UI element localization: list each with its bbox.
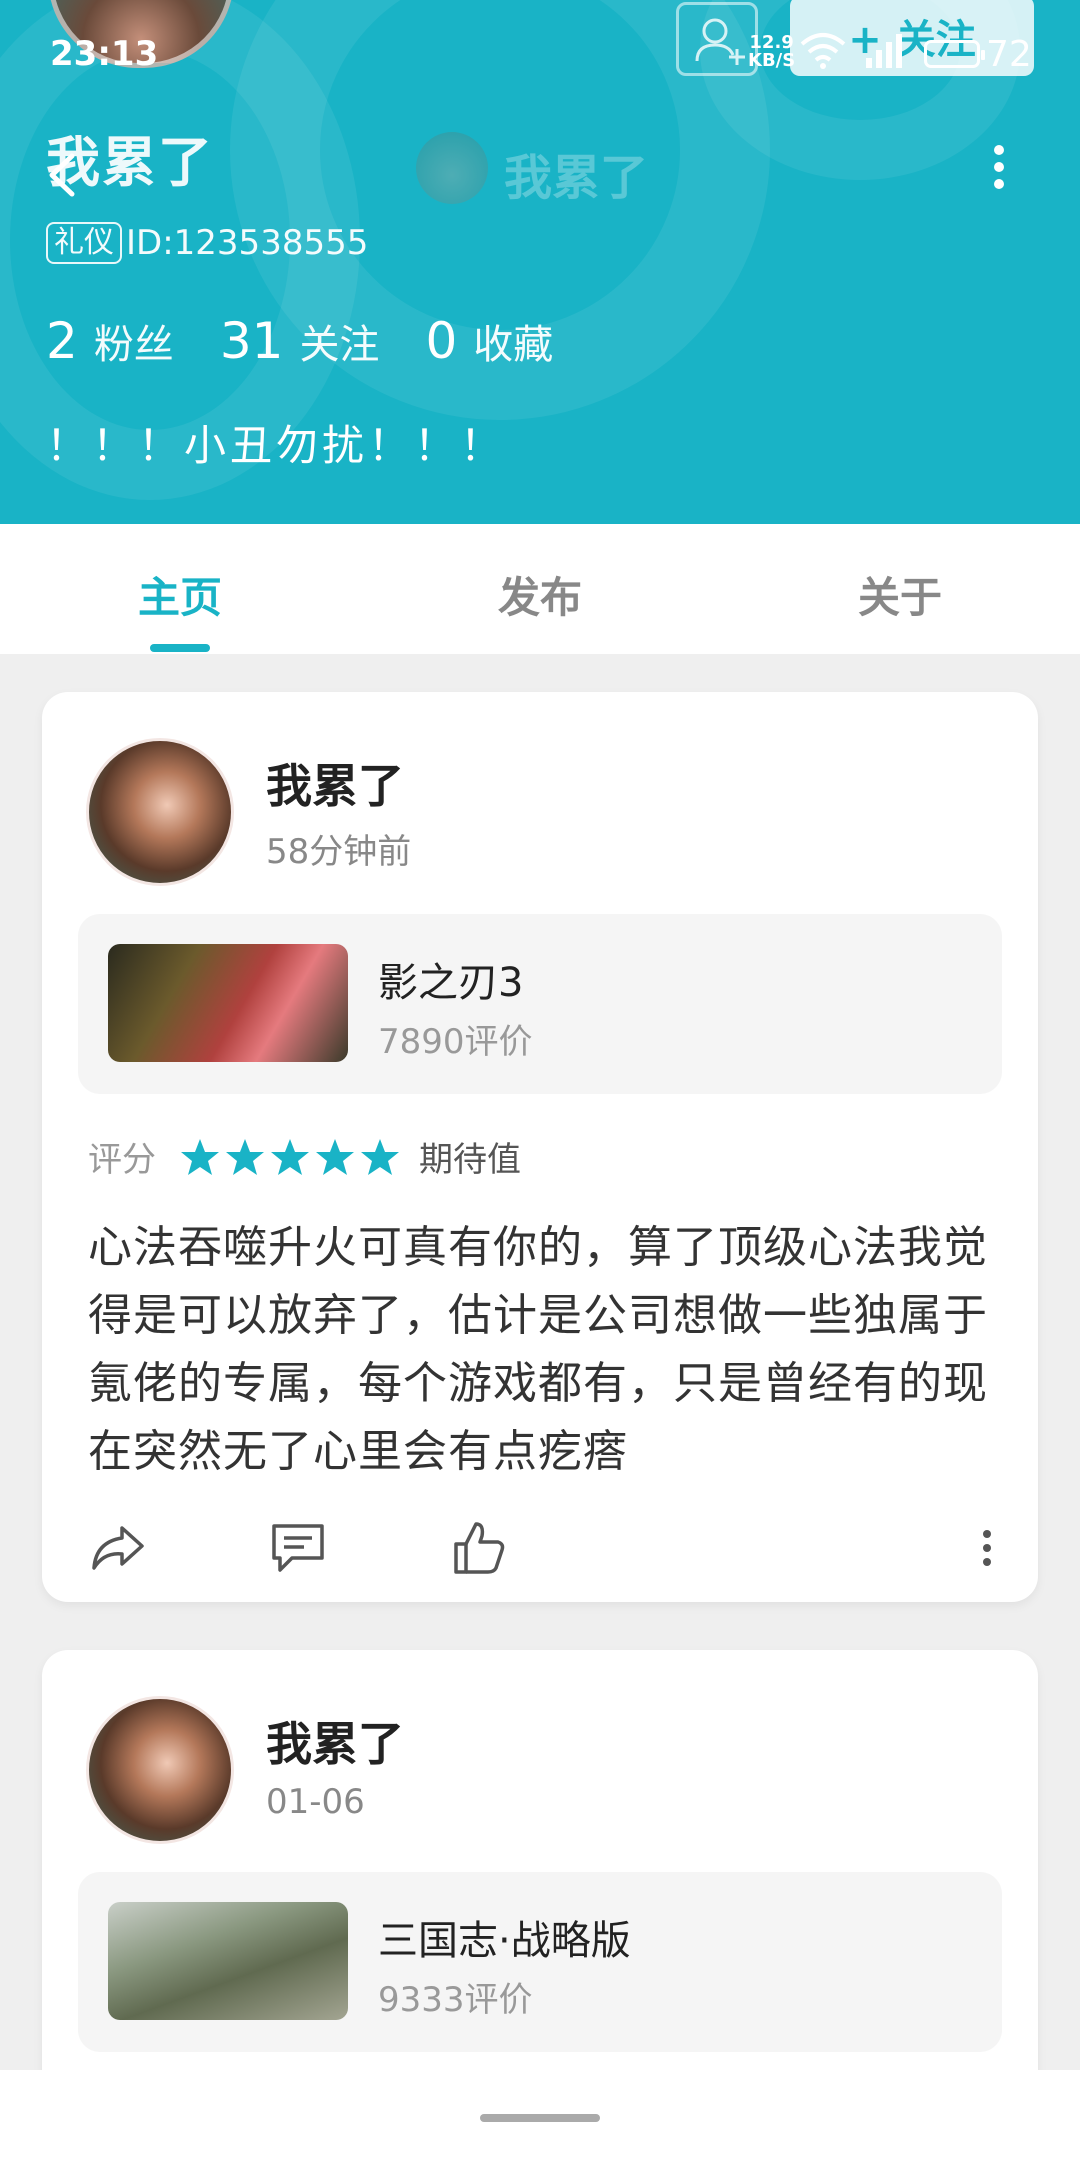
post-content[interactable]: 心法吞噬升火可真有你的，算了顶级心法我觉得是可以放弃了，估计是公司想做一些独属于… (88, 1214, 988, 1486)
home-gesture-handle[interactable] (480, 2114, 600, 2122)
fans-label[interactable]: 粉丝 (94, 312, 174, 370)
share-icon[interactable] (88, 1518, 148, 1578)
collapsed-title: 我累了 (504, 150, 649, 206)
star-icon (181, 1138, 219, 1175)
wifi-icon (800, 33, 846, 69)
favorites-label[interactable]: 收藏 (473, 312, 553, 370)
more-options-icon[interactable] (984, 142, 1014, 192)
game-reviews: 9333评价 (378, 1980, 533, 2020)
status-time: 23:13 (50, 34, 159, 74)
tab-home[interactable]: 主页 (80, 564, 280, 625)
post-author[interactable]: 我累了 (266, 1708, 404, 1774)
post-actions (42, 1512, 1038, 1582)
fans-count[interactable]: 2 (46, 312, 78, 370)
rating-row: 评分 期待值 (88, 1132, 521, 1181)
more-dots-icon[interactable] (972, 1518, 1002, 1578)
rating-type: 期待值 (419, 1140, 521, 1180)
game-thumbnail (108, 944, 348, 1062)
battery-icon (924, 40, 985, 68)
user-id-row: 礼仪 ID:123538555 (46, 222, 368, 264)
profile-username: 我累了 (46, 131, 214, 194)
like-icon[interactable] (448, 1518, 508, 1578)
active-tab-indicator (150, 644, 210, 652)
following-label[interactable]: 关注 (299, 312, 379, 370)
net-speed: 12.9 KB/S (748, 34, 795, 70)
avatar[interactable] (86, 1696, 234, 1844)
favorites-count[interactable]: 0 (425, 312, 457, 370)
game-name: 影之刃3 (378, 960, 524, 1006)
tab-posts[interactable]: 发布 (440, 564, 640, 625)
game-name: 三国志·战略版 (378, 1918, 631, 1964)
star-icon (271, 1138, 309, 1175)
star-icon (316, 1138, 354, 1175)
collapsed-avatar (416, 132, 488, 204)
post-time: 58分钟前 (266, 832, 412, 872)
profile-header: 23:13 + 关注 12.9 KB/S 72 我累了 我累了 礼仪 ID:12… (0, 0, 1080, 524)
tab-about[interactable]: 关于 (800, 564, 1000, 625)
star-icon (361, 1138, 399, 1175)
system-nav-bar (0, 2070, 1080, 2160)
signal-icon (866, 34, 902, 68)
game-link[interactable]: 影之刃3 7890评价 (78, 914, 1002, 1094)
post-time: 01-06 (266, 1782, 365, 1822)
profile-bio: ！！！小丑勿扰！！！ (46, 421, 507, 470)
game-reviews: 7890评价 (378, 1022, 533, 1062)
avatar[interactable] (86, 738, 234, 886)
status-bar: 23:13 + 关注 12.9 KB/S 72 (0, 0, 1080, 90)
user-id: ID:123538555 (126, 223, 369, 263)
post-card[interactable]: 我累了 58分钟前 影之刃3 7890评价 评分 期待值 心法吞噬升火可真有你的… (42, 692, 1038, 1602)
battery-level: 72 (986, 34, 1032, 75)
game-thumbnail (108, 1902, 348, 2020)
net-speed-unit: KB/S (748, 50, 796, 71)
post-author[interactable]: 我累了 (266, 750, 404, 816)
following-count[interactable]: 31 (220, 312, 284, 370)
rating-label: 评分 (88, 1140, 156, 1180)
star-icon (226, 1138, 264, 1175)
add-friend-button[interactable] (676, 2, 758, 76)
profile-tabs: 主页 发布 关于 (0, 524, 1080, 654)
add-user-icon (695, 18, 745, 65)
comment-icon[interactable] (268, 1518, 328, 1578)
profile-stats: 2 粉丝 31 关注 0 收藏 (46, 312, 599, 370)
user-badge: 礼仪 (46, 222, 122, 264)
game-link[interactable]: 三国志·战略版 9333评价 (78, 1872, 1002, 2052)
